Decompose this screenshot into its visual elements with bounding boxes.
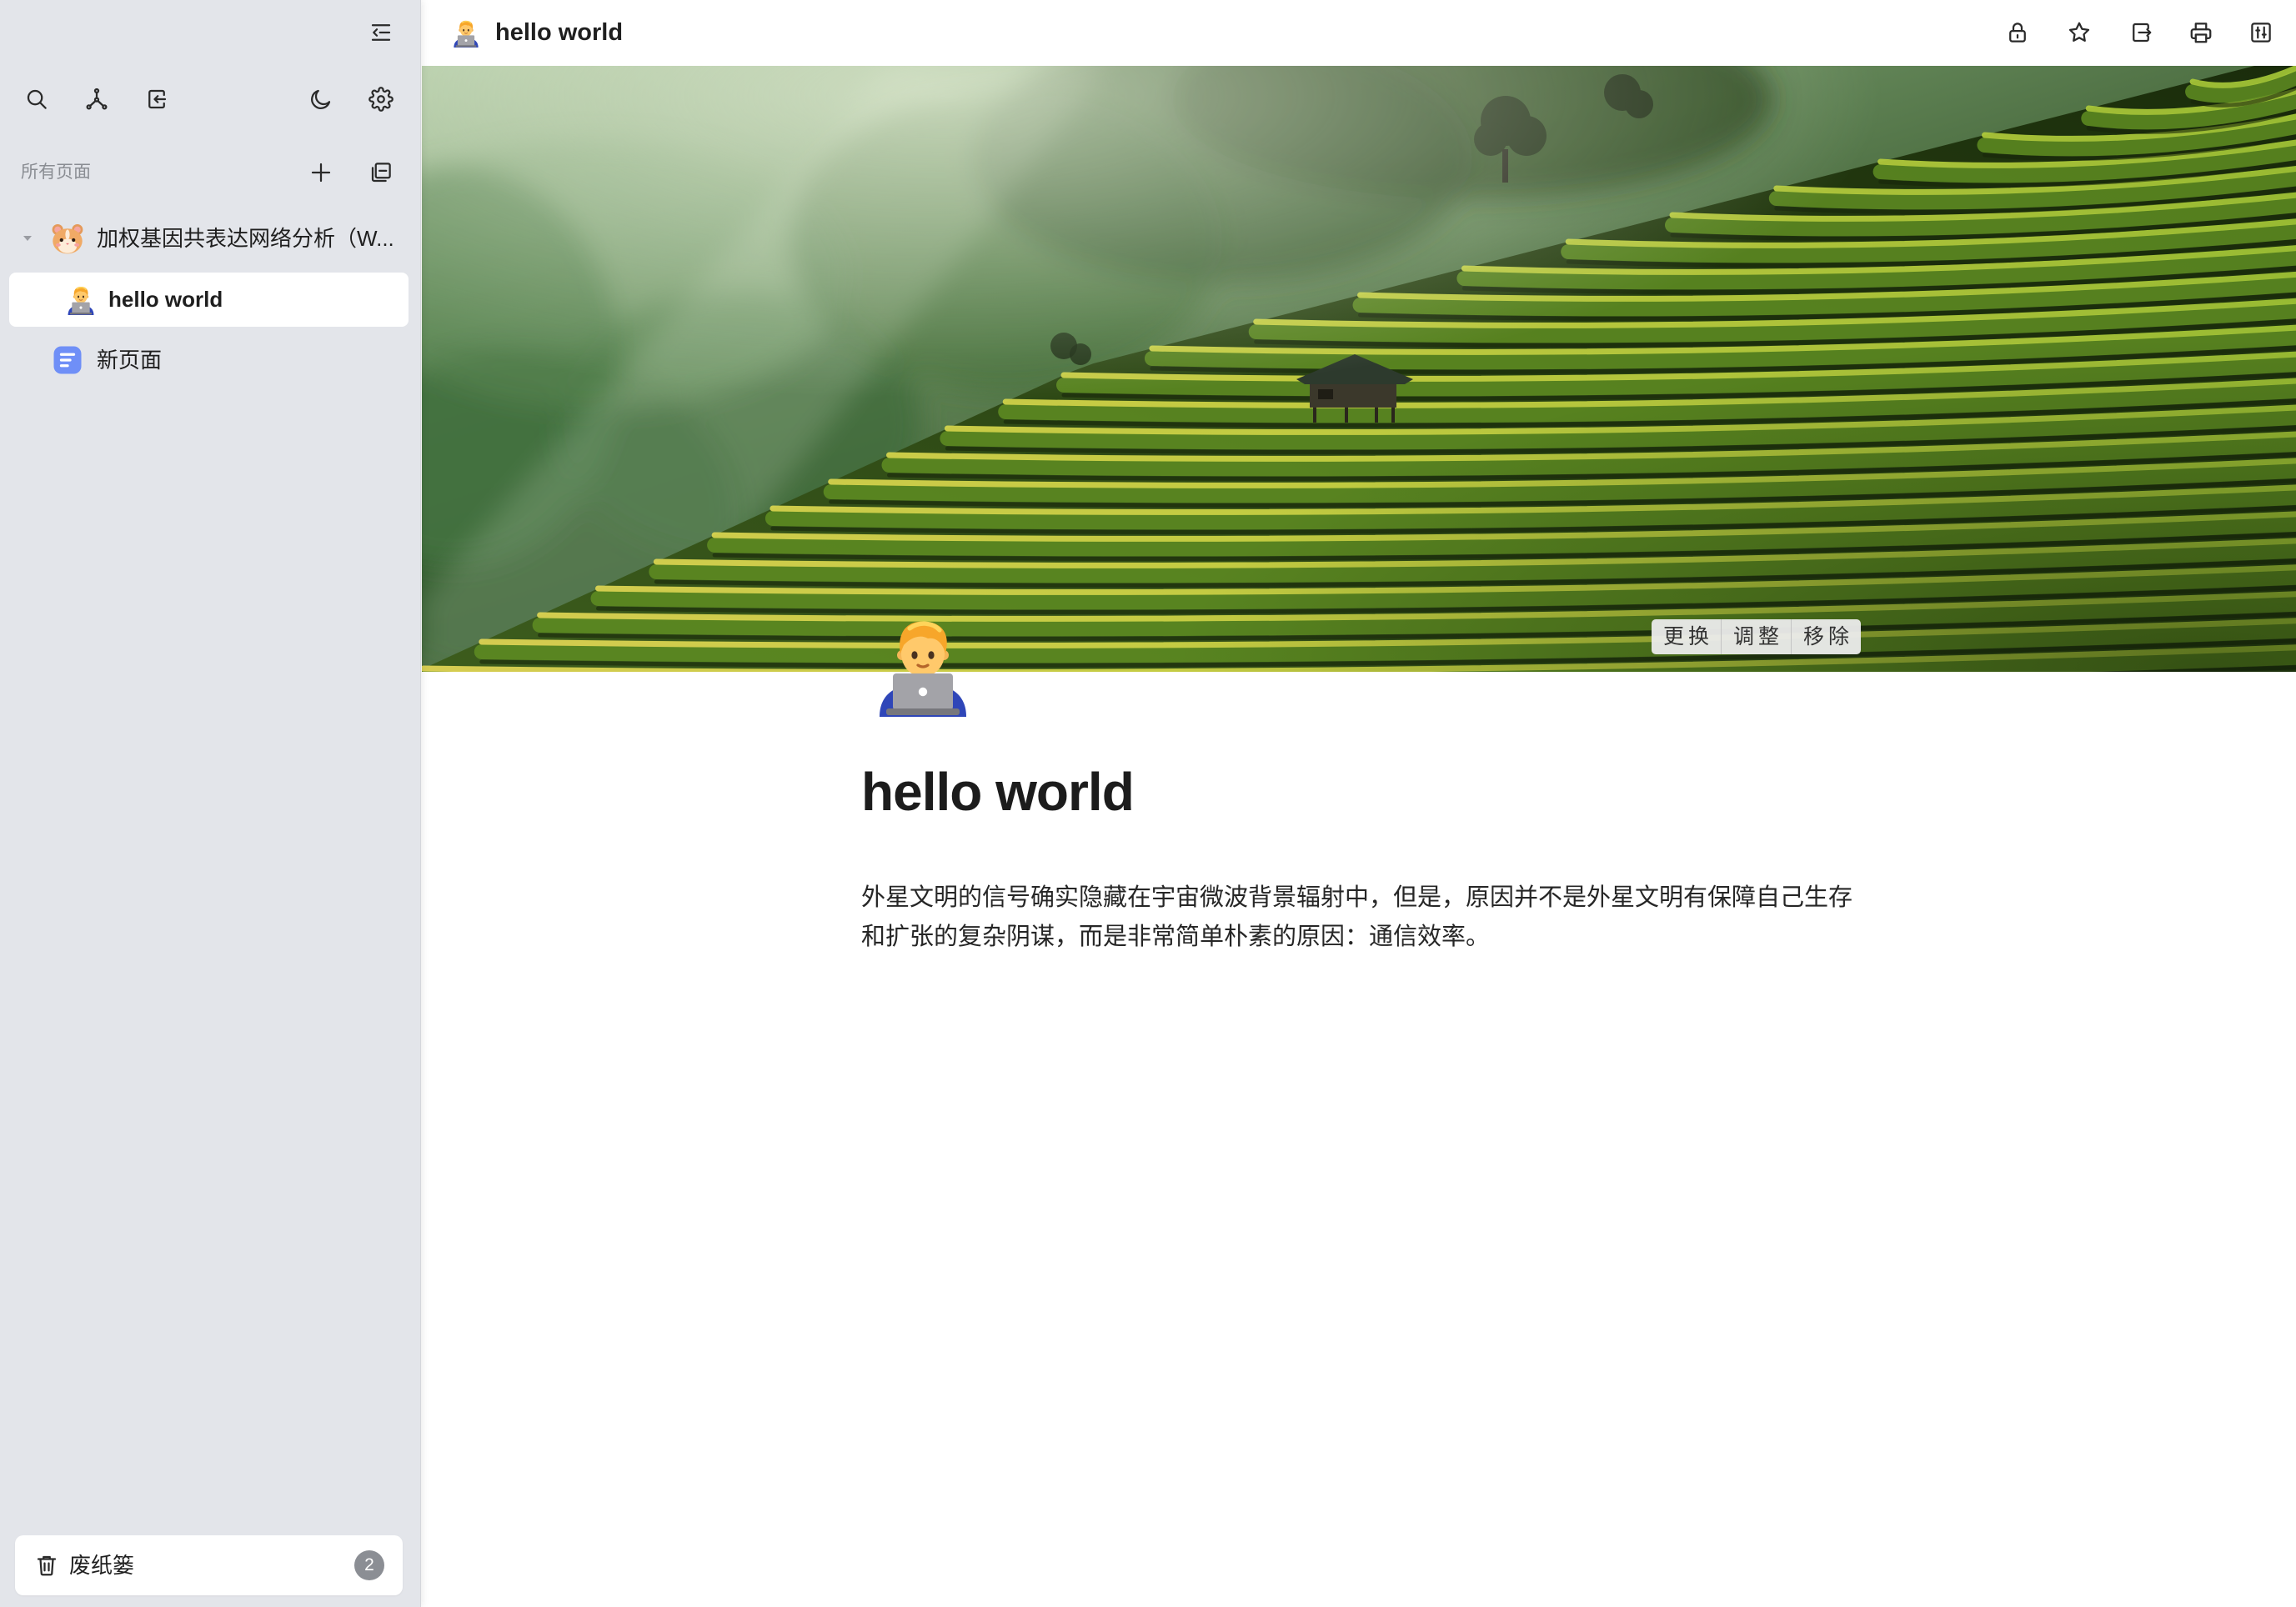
cover-actions: 更换 调整 移除	[1652, 619, 1861, 654]
page-title[interactable]: hello world	[861, 760, 1135, 824]
graph-icon	[86, 88, 108, 110]
graph-view-button[interactable]	[75, 78, 118, 121]
search-button[interactable]	[15, 78, 58, 121]
collapse-all-icon	[371, 163, 391, 183]
favorite-button[interactable]	[2058, 11, 2101, 54]
import-button[interactable]	[135, 78, 178, 121]
sliders-icon	[2251, 23, 2271, 43]
export-button[interactable]	[2119, 11, 2163, 54]
search-icon	[27, 89, 47, 109]
sidebar-collapse-icon	[371, 24, 391, 41]
lock-button[interactable]	[1996, 11, 2039, 54]
technologist-icon[interactable]	[870, 610, 976, 717]
hamster-icon	[50, 221, 85, 256]
tree-item[interactable]: 新页面	[9, 333, 409, 388]
import-icon	[148, 89, 167, 109]
cover: 更换 调整 移除	[422, 66, 2296, 672]
caret-down-icon[interactable]	[21, 232, 34, 245]
change-cover-button[interactable]: 更换	[1652, 619, 1721, 654]
export-icon	[2133, 23, 2152, 43]
page-settings-button[interactable]	[2239, 11, 2283, 54]
tree-item-selected[interactable]: hello world	[9, 273, 409, 327]
tree-item-label: 新页面	[97, 348, 163, 373]
section-label: 所有页面	[21, 163, 91, 182]
trash-count-badge: 2	[354, 1550, 384, 1580]
plus-icon	[311, 163, 331, 183]
technologist-icon	[65, 283, 97, 315]
top-bar: hello world	[422, 0, 2296, 66]
sidebar: 所有页面 加权基因共表达网络分析（W... hello world 新页面 废纸…	[0, 0, 420, 1607]
document-icon	[53, 346, 82, 374]
gear-icon	[368, 87, 394, 112]
tree-item-label: 加权基因共表达网络分析（W...	[97, 226, 394, 251]
reposition-cover-button[interactable]: 调整	[1721, 619, 1791, 654]
tree-item-label: hello world	[108, 287, 223, 312]
print-button[interactable]	[2179, 11, 2223, 54]
star-icon	[2068, 22, 2090, 42]
collapse-all-button[interactable]	[359, 151, 403, 194]
header-title: hello world	[495, 19, 624, 46]
trash-icon	[37, 1555, 57, 1576]
cover-image	[422, 66, 2296, 672]
settings-button[interactable]	[359, 78, 403, 121]
tree-item[interactable]: 加权基因共表达网络分析（W...	[9, 212, 409, 266]
add-page-button[interactable]	[299, 151, 343, 194]
trash-label: 废纸篓	[69, 1553, 135, 1578]
paragraph-block[interactable]: 外星文明的信号确实隐藏在宇宙微波背景辐射中，但是，原因并不是外星文明有保障自己生…	[861, 879, 1862, 957]
lock-icon	[2009, 23, 2026, 43]
trash-button[interactable]: 废纸篓 2	[15, 1535, 403, 1595]
technologist-icon	[451, 18, 481, 48]
collapse-sidebar-button[interactable]	[359, 11, 403, 54]
remove-cover-button[interactable]: 移除	[1791, 619, 1861, 654]
printer-icon	[2190, 23, 2212, 43]
moon-icon	[311, 89, 331, 109]
dark-mode-toggle[interactable]	[299, 78, 343, 121]
